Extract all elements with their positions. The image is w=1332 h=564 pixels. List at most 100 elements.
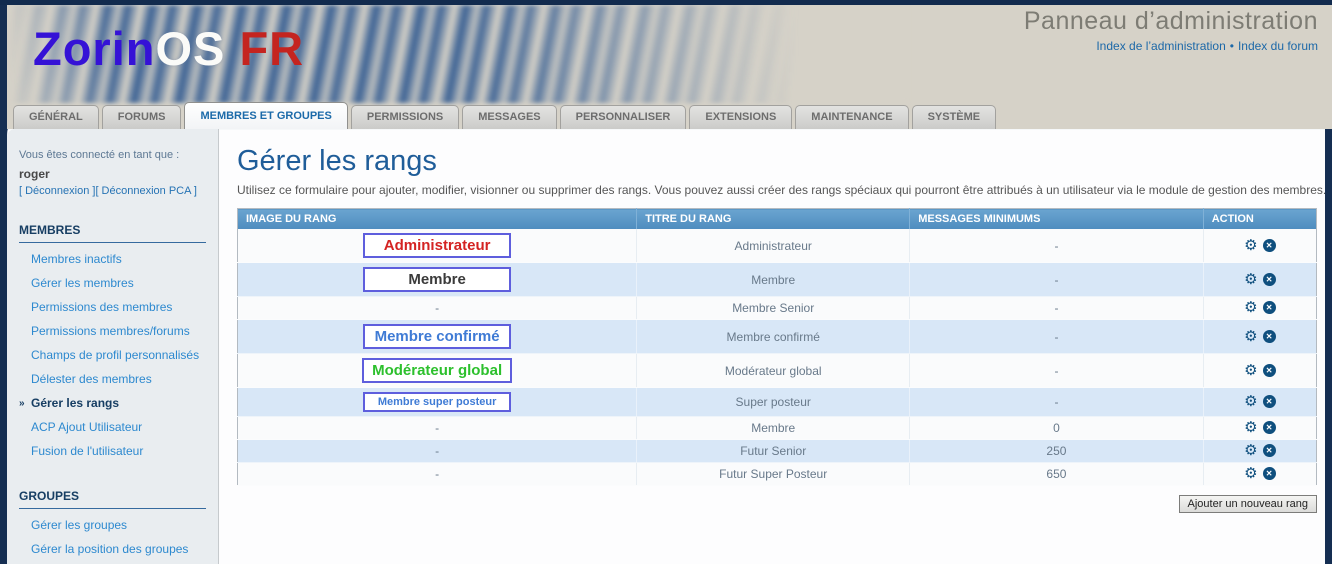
rank-min-posts: - xyxy=(910,388,1203,417)
page-title: Gérer les rangs xyxy=(237,145,1332,178)
table-row: - Futur Super Posteur 650 ⚙✕ xyxy=(238,463,1317,486)
window-top-border xyxy=(0,0,1332,5)
connected-as-label: Vous êtes connecté en tant que : xyxy=(19,149,208,161)
table-header-row: IMAGE DU RANG TITRE DU RANG MESSAGES MIN… xyxy=(238,209,1317,230)
settings-gear-icon[interactable]: ⚙ xyxy=(1244,393,1257,410)
table-footer: Ajouter un nouveau rang xyxy=(237,495,1317,513)
sidebar-item-gerer-les-membres[interactable]: Gérer les membres xyxy=(17,271,208,295)
rank-image[interactable]: Membre confirmé xyxy=(363,324,511,349)
current-username: roger xyxy=(19,167,208,181)
tab-messages[interactable]: MESSAGES xyxy=(462,105,556,129)
tab-personnaliser[interactable]: PERSONNALISER xyxy=(560,105,687,129)
settings-gear-icon[interactable]: ⚙ xyxy=(1244,328,1257,345)
sidebar-item-membres-inactifs[interactable]: Membres inactifs xyxy=(17,247,208,271)
rank-image[interactable]: Membre super posteur xyxy=(363,392,511,412)
header-right: Panneau d’administration Index de l’admi… xyxy=(1024,7,1318,53)
tab-extensions[interactable]: EXTENSIONS xyxy=(689,105,792,129)
sidebar-list-groupes: Gérer les groupes Gérer la position des … xyxy=(17,513,208,564)
rank-title: Administrateur xyxy=(637,229,910,263)
table-row: Administrateur Administrateur - ⚙ ✕ xyxy=(238,229,1317,263)
settings-gear-icon[interactable]: ⚙ xyxy=(1244,362,1257,379)
rank-title: Membre xyxy=(637,417,910,440)
page-description: Utilisez ce formulaire pour ajouter, mod… xyxy=(237,183,1332,197)
logout-links: [ Déconnexion ][ Déconnexion PCA ] xyxy=(19,185,208,197)
delete-icon[interactable]: ✕ xyxy=(1263,330,1276,343)
sidebar-item-gerer-les-groupes[interactable]: Gérer les groupes xyxy=(17,513,208,537)
settings-gear-icon[interactable]: ⚙ xyxy=(1244,271,1257,288)
rank-title: Membre Senior xyxy=(637,297,910,320)
add-rank-button[interactable]: Ajouter un nouveau rang xyxy=(1179,495,1317,513)
rank-title: Futur Senior xyxy=(637,440,910,463)
tab-bar: GÉNÉRALFORUMSMEMBRES ET GROUPESPERMISSIO… xyxy=(13,102,999,129)
sidebar-item-champs-de-profil[interactable]: Champs de profil personnalisés xyxy=(17,343,208,367)
header: ZorinOS FR Panneau d’administration Inde… xyxy=(7,5,1332,103)
link-forum-index[interactable]: Index du forum xyxy=(1238,39,1318,53)
delete-icon[interactable]: ✕ xyxy=(1263,395,1276,408)
settings-gear-icon[interactable]: ⚙ xyxy=(1244,442,1257,459)
tab-general[interactable]: GÉNÉRAL xyxy=(13,105,99,129)
sidebar-section-groupes: GROUPES xyxy=(19,489,206,509)
sidebar-item-delester-des-membres[interactable]: Délester des membres xyxy=(17,367,208,391)
rank-min-posts: 650 xyxy=(910,463,1203,486)
table-row: Membre Membre - ⚙ ✕ xyxy=(238,263,1317,297)
sidebar-list-membres: Membres inactifs Gérer les membres Permi… xyxy=(17,247,208,463)
rank-image-empty: - xyxy=(238,440,637,463)
admin-panel: Vous êtes connecté en tant que : roger [… xyxy=(0,129,1332,564)
table-row: - Membre 0 ⚙ ✕ xyxy=(238,417,1317,440)
rank-image[interactable]: Modérateur global xyxy=(362,358,512,383)
tab-membres-et-groupes[interactable]: MEMBRES ET GROUPES xyxy=(184,102,347,129)
tab-maintenance[interactable]: MAINTENANCE xyxy=(795,105,908,129)
sidebar-item-gerer-les-rangs[interactable]: »Gérer les rangs xyxy=(17,391,208,415)
table-row: - Membre Senior - ⚙ ✕ xyxy=(238,297,1317,320)
sidebar-item-position-des-groupes[interactable]: Gérer la position des groupes xyxy=(17,537,208,561)
rank-title: Membre xyxy=(637,263,910,297)
settings-gear-icon[interactable]: ⚙ xyxy=(1244,237,1257,254)
delete-icon[interactable]: ✕ xyxy=(1263,273,1276,286)
sidebar-item-fusion-utilisateur[interactable]: Fusion de l'utilisateur xyxy=(17,439,208,463)
sidebar-item-acp-ajout-utilisateur[interactable]: ACP Ajout Utilisateur xyxy=(17,415,208,439)
rank-image-empty: - xyxy=(238,463,637,486)
rank-image[interactable]: Administrateur xyxy=(363,233,511,258)
logout-link[interactable]: [ Déconnexion ] xyxy=(19,185,95,197)
header-links: Index de l’administration • Index du forum xyxy=(1024,39,1318,53)
logout-pca-link[interactable]: [ Déconnexion PCA ] xyxy=(95,185,197,197)
rank-min-posts: 250 xyxy=(910,440,1203,463)
rank-min-posts: - xyxy=(910,229,1203,263)
rank-image-empty: - xyxy=(238,417,637,440)
delete-icon[interactable]: ✕ xyxy=(1263,364,1276,377)
delete-icon[interactable]: ✕ xyxy=(1263,467,1276,480)
delete-icon[interactable]: ✕ xyxy=(1263,239,1276,252)
settings-gear-icon[interactable]: ⚙ xyxy=(1244,465,1257,482)
tab-forums[interactable]: FORUMS xyxy=(102,105,182,129)
rank-min-posts: - xyxy=(910,297,1203,320)
rank-title: Modérateur global xyxy=(637,354,910,388)
link-separator: • xyxy=(1230,39,1234,53)
rank-min-posts: - xyxy=(910,354,1203,388)
logo-part-os: OS xyxy=(155,22,225,75)
rank-image[interactable]: Membre xyxy=(363,267,511,292)
settings-gear-icon[interactable]: ⚙ xyxy=(1244,419,1257,436)
table-row: Membre confirmé Membre confirmé - ⚙✕ xyxy=(238,320,1317,354)
tab-systeme[interactable]: SYSTÈME xyxy=(912,105,997,129)
delete-icon[interactable]: ✕ xyxy=(1263,421,1276,434)
logo-part-fr: FR xyxy=(225,22,304,75)
sidebar: Vous êtes connecté en tant que : roger [… xyxy=(7,129,219,564)
sidebar-section-membres: MEMBRES xyxy=(19,223,206,243)
delete-icon[interactable]: ✕ xyxy=(1263,301,1276,314)
rank-image-empty: - xyxy=(238,297,637,320)
ranks-table: IMAGE DU RANG TITRE DU RANG MESSAGES MIN… xyxy=(237,208,1317,486)
delete-icon[interactable]: ✕ xyxy=(1263,444,1276,457)
sidebar-item-permissions-membres-forums[interactable]: Permissions membres/forums xyxy=(17,319,208,343)
rank-min-posts: - xyxy=(910,263,1203,297)
sidebar-item-permissions-des-membres[interactable]: Permissions des membres xyxy=(17,295,208,319)
settings-gear-icon[interactable]: ⚙ xyxy=(1244,299,1257,316)
site-logo[interactable]: ZorinOS FR xyxy=(33,21,304,76)
table-row: Membre super posteur Super posteur - ⚙✕ xyxy=(238,388,1317,417)
column-header-action: ACTION xyxy=(1203,209,1316,230)
logo-part-zorin: Zorin xyxy=(33,22,155,75)
tab-permissions[interactable]: PERMISSIONS xyxy=(351,105,459,129)
rank-min-posts: 0 xyxy=(910,417,1203,440)
rank-title: Membre confirmé xyxy=(637,320,910,354)
link-admin-index[interactable]: Index de l’administration xyxy=(1096,39,1225,53)
table-row: - Futur Senior 250 ⚙ ✕ xyxy=(238,440,1317,463)
